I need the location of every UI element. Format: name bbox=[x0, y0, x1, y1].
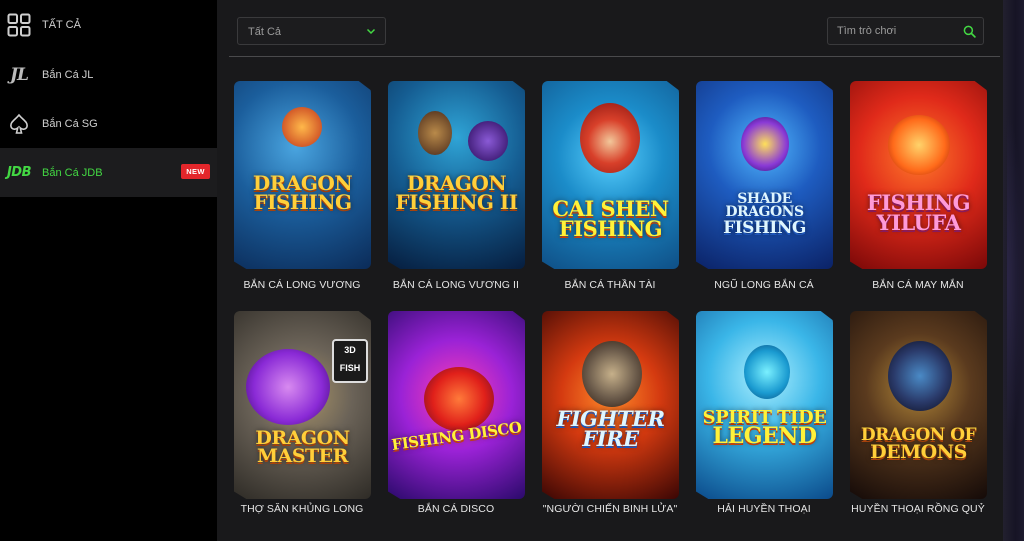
sidebar-item-all[interactable]: TẤT CẢ bbox=[0, 0, 217, 49]
sidebar-item-label: TẤT CẢ bbox=[42, 18, 81, 31]
game-title: BẮN CÁ LONG VƯƠNG bbox=[243, 279, 361, 291]
game-logo-line: MASTER bbox=[257, 445, 348, 468]
game-title: BẮN CÁ THẦN TÀI bbox=[564, 279, 656, 291]
game-card[interactable]: FIGHTER FIRE "NGƯỜI CHIẾN BINH LỬA" bbox=[541, 310, 679, 532]
3d-fish-badge: 3D FISH bbox=[332, 339, 368, 383]
game-thumbnail: SHADE DRAGONS FISHING bbox=[696, 81, 833, 269]
game-logo-line: SHADE DRAGONS bbox=[725, 191, 804, 221]
game-title: NGŨ LONG BẮN CÁ bbox=[714, 279, 814, 291]
game-thumbnail: FISHING DISCO bbox=[388, 311, 525, 499]
game-title: HẢI HUYỀN THOẠI bbox=[717, 503, 811, 515]
sidebar: TẤT CẢ JL Bắn Cá JL Bắn Cá SG JDB Bắn Cá… bbox=[0, 0, 217, 541]
sidebar-item-sg[interactable]: Bắn Cá SG bbox=[0, 99, 217, 148]
jl-logo-icon: JL bbox=[10, 64, 29, 85]
game-card[interactable]: FISHING DISCO BẮN CÁ DISCO bbox=[387, 310, 525, 532]
jdb-logo-icon: JDB bbox=[6, 165, 32, 180]
sidebar-item-jdb[interactable]: JDB Bắn Cá JDB NEW bbox=[0, 148, 217, 197]
game-thumbnail: CAI SHEN FISHING bbox=[542, 81, 679, 269]
game-logo-line: FIRE bbox=[582, 425, 639, 451]
game-title: "NGƯỜI CHIẾN BINH LỬA" bbox=[542, 503, 678, 515]
main-content: Tất Cả DRAGONFISHING BẮN CÁ LONG VƯƠNG bbox=[217, 0, 1003, 541]
game-logo-line: FISHING bbox=[558, 215, 663, 241]
sidebar-item-label: Bắn Cá JDB bbox=[42, 166, 103, 179]
game-logo-line: YILUFA bbox=[876, 209, 961, 235]
category-filter-select[interactable]: Tất Cả bbox=[237, 17, 386, 45]
game-logo-line: LEGEND bbox=[712, 423, 817, 450]
game-card[interactable]: SPIRIT TIDE LEGEND HẢI HUYỀN THOẠI bbox=[695, 310, 833, 532]
game-thumbnail: DRAGON FISHING II bbox=[388, 81, 525, 269]
game-card[interactable]: SHADE DRAGONS FISHING NGŨ LONG BẮN CÁ bbox=[695, 80, 833, 308]
game-title: THỢ SĂN KHỦNG LONG bbox=[240, 503, 364, 515]
game-title: BẮN CÁ MAY MẮN bbox=[872, 279, 964, 291]
search-input[interactable] bbox=[828, 18, 956, 44]
filter-value: Tất Cả bbox=[248, 26, 282, 38]
new-badge: NEW bbox=[181, 164, 210, 179]
sidebar-item-jl[interactable]: JL Bắn Cá JL bbox=[0, 50, 217, 99]
sidebar-item-label: Bắn Cá JL bbox=[42, 68, 94, 81]
game-card[interactable]: DRAGON FISHING II BẮN CÁ LONG VƯƠNG II bbox=[387, 80, 525, 308]
game-card[interactable]: DRAGON FISHING BẮN CÁ LONG VƯƠNG bbox=[233, 80, 371, 308]
game-thumbnail: DRAGON OF DEMONS bbox=[850, 311, 987, 499]
game-title: BẮN CÁ LONG VƯƠNG II bbox=[392, 279, 520, 291]
game-thumbnail: FIGHTER FIRE bbox=[542, 311, 679, 499]
game-logo-line: FISHING bbox=[723, 217, 806, 238]
header-divider bbox=[229, 56, 1000, 57]
game-thumbnail: DRAGON FISHING bbox=[234, 81, 371, 269]
game-title: HUYỀN THOẠI RỒNG QUỶ bbox=[851, 503, 985, 515]
game-grid: DRAGON FISHING BẮN CÁ LONG VƯƠNG DRAGON FI… bbox=[233, 80, 989, 530]
game-logo-line: FISHING II bbox=[395, 190, 518, 214]
game-thumbnail: 3D FISH DRAGON MASTER bbox=[234, 311, 371, 499]
game-card[interactable]: DRAGON OF DEMONS HUYỀN THOẠI RỒNG QUỶ bbox=[849, 310, 987, 532]
chevron-down-icon bbox=[366, 28, 376, 35]
game-card[interactable]: 3D FISH DRAGON MASTER THỢ SĂN KHỦNG LONG bbox=[233, 310, 371, 532]
search-box bbox=[827, 17, 984, 45]
background-edge bbox=[1003, 0, 1024, 541]
game-thumbnail: FISHING YILUFA bbox=[850, 81, 987, 269]
sidebar-item-label: Bắn Cá SG bbox=[42, 117, 98, 130]
grid-icon bbox=[5, 11, 33, 39]
game-title: BẮN CÁ DISCO bbox=[417, 503, 495, 515]
search-icon[interactable] bbox=[963, 25, 976, 38]
game-logo-line: DEMONS bbox=[870, 441, 967, 464]
spade-icon bbox=[5, 110, 33, 138]
game-card[interactable]: CAI SHEN FISHING BẮN CÁ THẦN TÀI bbox=[541, 80, 679, 308]
game-card[interactable]: FISHING YILUFA BẮN CÁ MAY MẮN bbox=[849, 80, 987, 308]
game-logo-line: FISHING bbox=[253, 190, 352, 214]
game-thumbnail: SPIRIT TIDE LEGEND bbox=[696, 311, 833, 499]
